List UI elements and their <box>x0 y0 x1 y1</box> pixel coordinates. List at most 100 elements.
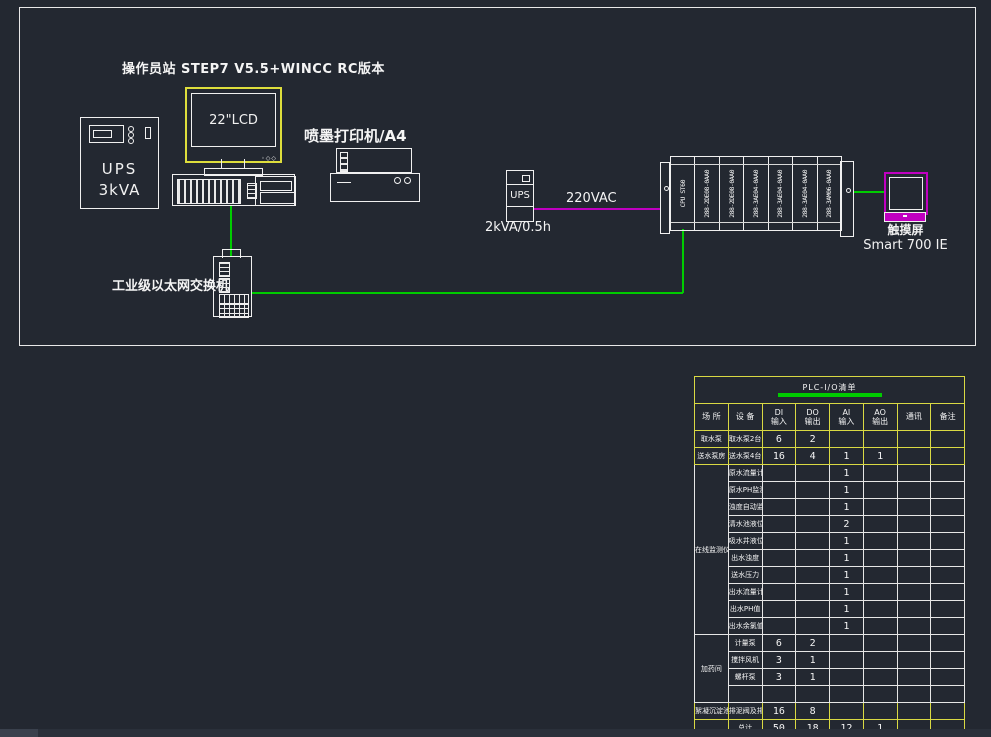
table-header-cell: AO输出 <box>863 404 897 431</box>
plc-cpu-module[interactable]: CPU ST60 <box>671 157 695 230</box>
switch-mount-tab <box>222 249 241 258</box>
table-value-cell <box>931 465 965 482</box>
plc-module-label: 288-3AE04-0AA0 <box>776 170 784 218</box>
plc-rack[interactable]: CPU ST60288-2DE08-0AA0288-2DE08-0AA0288-… <box>670 156 842 231</box>
table-value-cell <box>863 618 897 635</box>
plc-expansion-module[interactable]: 288-3AE04-0AA0 <box>793 157 817 230</box>
hmi-touchscreen[interactable] <box>884 172 928 215</box>
table-value-cell <box>897 482 931 499</box>
table-value-cell <box>863 431 897 448</box>
table-value-cell: 16 <box>762 703 796 720</box>
table-header-cell: DI输入 <box>762 404 796 431</box>
title-underline <box>778 393 882 397</box>
table-value-cell <box>796 499 830 516</box>
table-value-cell <box>897 703 931 720</box>
table-value-cell <box>762 601 796 618</box>
ups-2kva-indicator <box>522 175 530 182</box>
switch-led-block-1 <box>219 262 230 277</box>
table-header-cell: 设 备 <box>728 404 762 431</box>
rack-rail-bottom <box>671 222 841 223</box>
printer-button-1 <box>394 177 401 184</box>
switch-port-1 <box>219 294 249 304</box>
ethernet-wire-switch-plc-v <box>682 229 684 293</box>
table-value-cell: 2 <box>830 516 864 533</box>
table-value-cell: 1 <box>830 482 864 499</box>
pc-vents <box>177 179 241 204</box>
table-value-cell <box>863 550 897 567</box>
table-value-cell <box>931 601 965 618</box>
table-value-cell <box>897 431 931 448</box>
table-device-cell: 出水PH值 <box>728 601 762 618</box>
pc-drive-unit[interactable] <box>255 176 296 206</box>
table-device-cell <box>728 686 762 703</box>
table-device-cell: 原水PH监测仪 <box>728 482 762 499</box>
table-value-cell <box>863 567 897 584</box>
table-value-cell <box>796 686 830 703</box>
table-value-cell <box>931 652 965 669</box>
table-location-cell: 在线监测仪表 <box>695 465 729 635</box>
table-value-cell <box>796 584 830 601</box>
io-table-title: PLC-I/O清单 <box>695 377 965 404</box>
switch-led-block-2 <box>219 278 230 293</box>
table-value-cell <box>863 601 897 618</box>
plc-expansion-module[interactable]: 288-3AE04-0AA0 <box>744 157 768 230</box>
table-value-cell <box>897 584 931 601</box>
printer-tray[interactable] <box>336 148 412 173</box>
ups-display <box>89 125 124 143</box>
table-value-cell: 16 <box>762 448 796 465</box>
printer-body[interactable] <box>330 173 420 202</box>
table-value-cell: 1 <box>830 465 864 482</box>
ethernet-switch[interactable] <box>213 256 252 317</box>
table-device-cell: 螺杆泵 <box>728 669 762 686</box>
table-value-cell: 3 <box>762 652 796 669</box>
table-value-cell <box>830 431 864 448</box>
table-value-cell <box>796 533 830 550</box>
table-value-cell: 1 <box>830 448 864 465</box>
table-header-cell: 场 所 <box>695 404 729 431</box>
table-value-cell <box>897 686 931 703</box>
printer-slot <box>337 182 351 183</box>
table-value-cell <box>830 686 864 703</box>
table-device-cell: 清水池液位 <box>728 516 762 533</box>
table-value-cell <box>897 550 931 567</box>
plc-rack-left-plate <box>660 162 670 234</box>
table-value-cell <box>897 601 931 618</box>
ups-3kva[interactable]: UPS 3kVA <box>80 117 159 209</box>
table-value-cell <box>863 635 897 652</box>
table-location-cell: 取水泵 <box>695 431 729 448</box>
ethernet-wire-plc-hmi <box>854 191 884 193</box>
table-value-cell <box>863 465 897 482</box>
table-value-cell <box>931 669 965 686</box>
table-value-cell: 2 <box>796 635 830 652</box>
plc-expansion-module[interactable]: 288-3AM06-0AA0 <box>818 157 841 230</box>
table-value-cell <box>762 686 796 703</box>
table-value-cell <box>796 601 830 618</box>
table-device-cell: 浊度自动监测仪 <box>728 499 762 516</box>
table-location-cell: 加药间 <box>695 635 729 703</box>
printer-label: 喷墨打印机/A4 <box>304 125 407 146</box>
table-value-cell: 1 <box>830 533 864 550</box>
table-value-cell: 1 <box>830 567 864 584</box>
table-device-cell: 取水泵2台 <box>728 431 762 448</box>
monitor-22lcd[interactable]: 22"LCD ◦◇◇ <box>185 87 282 163</box>
table-value-cell: 1 <box>796 669 830 686</box>
io-table[interactable]: PLC-I/O清单 场 所设 备DI输入DO输出AI输入AO输出通讯备注 取水泵… <box>694 376 965 737</box>
table-value-cell <box>830 652 864 669</box>
table-value-cell <box>762 584 796 601</box>
cad-canvas[interactable]: 操作员站 STEP7 V5.5+WINCC RC版本 喷墨打印机/A4 工业级以… <box>0 0 991 737</box>
power-wire-220vac <box>534 208 661 210</box>
ups-slot <box>145 127 151 139</box>
plc-expansion-module[interactable]: 288-2DE08-0AA0 <box>720 157 744 230</box>
operator-station-label: 操作员站 STEP7 V5.5+WINCC RC版本 <box>122 58 385 77</box>
plc-module-label: 288-3AE04-0AA0 <box>801 170 809 218</box>
table-value-cell <box>897 499 931 516</box>
hmi-labels: 触摸屏 Smart 700 IE <box>858 221 953 253</box>
table-value-cell <box>796 516 830 533</box>
table-value-cell <box>863 584 897 601</box>
bottom-corner[interactable] <box>0 729 38 737</box>
plc-expansion-module[interactable]: 288-3AE04-0AA0 <box>769 157 793 230</box>
table-value-cell <box>762 550 796 567</box>
plc-expansion-module[interactable]: 288-2DE08-0AA0 <box>695 157 719 230</box>
ups-2kva[interactable]: UPS <box>506 170 534 222</box>
table-value-cell <box>762 482 796 499</box>
